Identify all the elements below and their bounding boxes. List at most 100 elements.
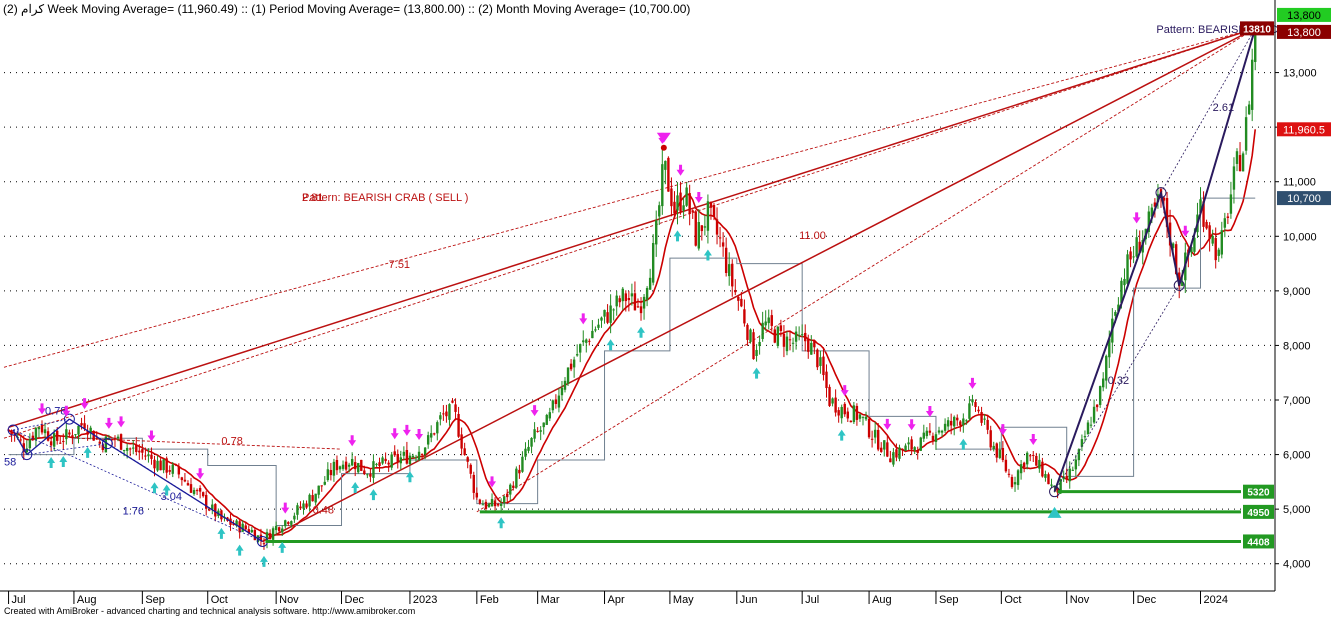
week-moving-average-line	[8, 129, 1257, 537]
candle-body	[627, 297, 631, 301]
candle-body	[375, 463, 378, 465]
candle-body	[332, 461, 336, 476]
candle-body	[846, 411, 849, 419]
candle-body	[557, 395, 561, 408]
candle-body	[390, 454, 393, 468]
candle-body	[797, 334, 801, 336]
buy-arrow-icon	[606, 339, 615, 351]
candle-body	[156, 460, 159, 471]
buy-arrow-icon	[637, 326, 646, 338]
x-tick-label: Sep	[939, 594, 959, 606]
candle-body	[1077, 449, 1081, 461]
candle-body	[670, 188, 673, 207]
grid	[4, 72, 1275, 565]
candle-body	[886, 442, 889, 457]
support-label: 5320	[1247, 488, 1270, 499]
sell-arrow-icon	[80, 398, 89, 410]
candle-body	[350, 458, 354, 466]
candle-body	[396, 453, 399, 462]
x-tick-label: Oct	[211, 594, 228, 606]
candle-body	[545, 414, 548, 425]
candle-body	[499, 503, 503, 506]
candle-body	[1095, 404, 1099, 408]
candle-body	[1035, 455, 1038, 466]
sell-arrow-icon	[104, 417, 113, 429]
candle-body	[810, 342, 813, 355]
candle-body	[119, 434, 123, 450]
y-tick-label: 7,000	[1283, 395, 1311, 407]
candle-body	[855, 405, 859, 420]
candle-body	[691, 210, 694, 213]
candle-body	[1022, 462, 1026, 468]
candle-body	[727, 264, 731, 277]
x-tick-label: Oct	[1004, 594, 1021, 606]
candle-body	[667, 157, 670, 192]
candle-body	[1254, 33, 1257, 62]
x-tick-label: 2023	[413, 594, 437, 606]
candle-body	[381, 457, 384, 464]
pattern-annotation: Pattern: BEARISH CRAB ( SELL )	[302, 192, 468, 204]
candle-body	[363, 470, 366, 475]
sell-arrow-icon	[968, 377, 977, 389]
candle-body	[876, 429, 880, 450]
price-tag-label: 13810	[1243, 24, 1271, 35]
candle-body	[28, 439, 32, 449]
candle-body	[305, 503, 308, 508]
candle-body	[572, 359, 576, 368]
candle-body	[1250, 59, 1254, 110]
y-tick-label: 10,000	[1283, 231, 1317, 243]
candle-body	[451, 400, 454, 403]
candle-body	[849, 420, 853, 423]
candle-body	[65, 429, 68, 440]
sell-arrow-icon	[390, 428, 399, 440]
buy-arrow-icon	[259, 555, 268, 567]
candle-body	[928, 430, 932, 433]
candle-body	[208, 509, 211, 511]
candle-body	[764, 321, 767, 326]
candle-body	[834, 397, 837, 413]
candle-body	[445, 411, 448, 417]
candle-body	[901, 448, 904, 451]
month-moving-average-line	[8, 197, 1256, 527]
candle-body	[311, 495, 314, 502]
candle-body	[1214, 238, 1217, 261]
candle-body	[825, 371, 828, 389]
candle-body	[502, 496, 506, 503]
candle-body	[56, 430, 59, 441]
candle-body	[512, 485, 515, 488]
candle-body	[579, 344, 582, 353]
harmonic-patterns: 0.780.783.041.76580.487.5111.002.812.610…	[4, 22, 1329, 547]
candle-body	[679, 192, 682, 212]
candle-body	[1071, 469, 1074, 471]
candle-body	[822, 356, 825, 376]
candle-body	[1223, 218, 1227, 228]
candle-body	[606, 312, 609, 323]
y-tick-label: 6,000	[1283, 450, 1311, 462]
candle-body	[527, 446, 530, 451]
candle-body	[609, 305, 612, 323]
moving-averages	[8, 129, 1257, 537]
candle-body	[785, 336, 789, 352]
buy-arrow-icon	[150, 482, 159, 494]
candle-body	[676, 195, 679, 211]
candle-body	[1083, 436, 1087, 438]
candle-body	[743, 309, 746, 324]
candle-body	[995, 443, 998, 458]
candle-body	[1241, 153, 1245, 172]
candle-body	[712, 204, 716, 217]
candle-body	[198, 487, 202, 492]
candle-body	[496, 503, 500, 506]
candle-body	[326, 469, 330, 481]
sell-arrow-icon	[415, 429, 424, 441]
candle-body	[703, 226, 707, 228]
candle-body	[937, 430, 941, 433]
candle-body	[1074, 459, 1078, 470]
crab-ratio-label: 3.04	[161, 491, 182, 503]
candle-body	[515, 468, 518, 488]
candle-body	[128, 448, 132, 450]
candle-body	[19, 439, 22, 441]
candle-body	[144, 455, 147, 457]
price-chart[interactable]: 0.780.783.041.76580.487.5111.002.812.610…	[0, 0, 1336, 619]
candle-body	[946, 420, 950, 427]
candle-body	[661, 164, 664, 207]
